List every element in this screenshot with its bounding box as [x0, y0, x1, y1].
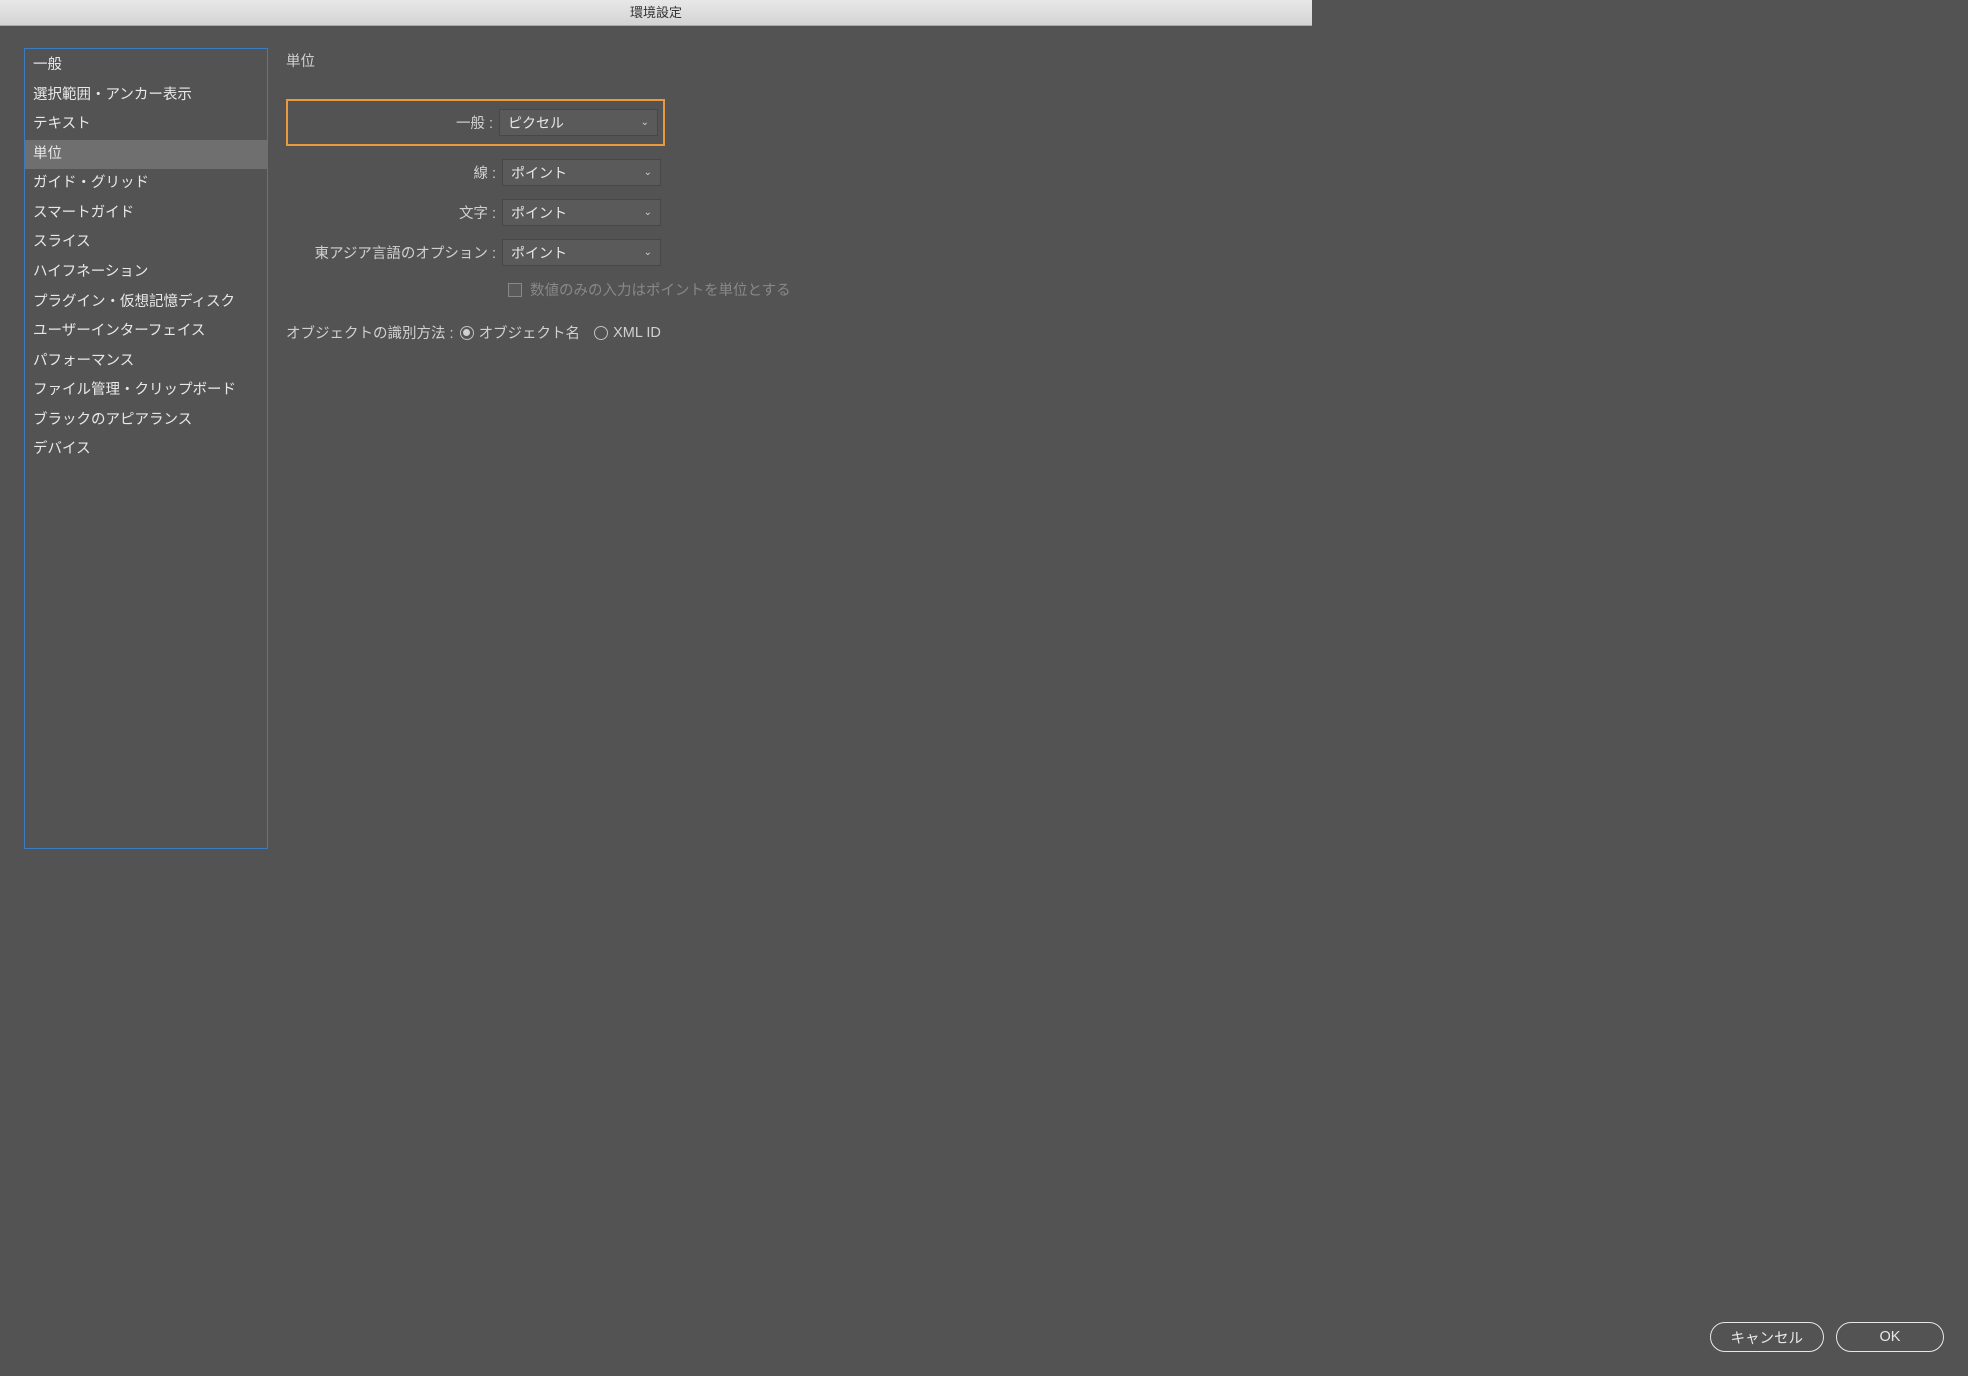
- stroke-units-value: ポイント: [511, 163, 567, 183]
- east-asian-units-value: ポイント: [511, 243, 567, 263]
- stroke-units-dropdown[interactable]: ポイント ⌄: [502, 159, 661, 186]
- sidebar-item-slices[interactable]: スライス: [25, 228, 267, 258]
- type-units-dropdown[interactable]: ポイント ⌄: [502, 199, 661, 226]
- sidebar-item-performance[interactable]: パフォーマンス: [25, 347, 267, 377]
- general-units-label: 一般 :: [288, 112, 499, 133]
- cancel-button[interactable]: キャンセル: [1710, 1322, 1825, 1352]
- numbers-as-points-checkbox[interactable]: [508, 283, 522, 297]
- radio-label-xml-id: XML ID: [613, 325, 661, 341]
- east-asian-units-dropdown[interactable]: ポイント ⌄: [502, 239, 661, 266]
- general-units-value: ピクセル: [508, 113, 564, 133]
- sidebar-item-ui[interactable]: ユーザーインターフェイス: [25, 317, 267, 347]
- numbers-as-points-label: 数値のみの入力はポイントを単位とする: [530, 279, 791, 300]
- window-titlebar: 環境設定: [0, 0, 1312, 26]
- sidebar-item-file-clipboard[interactable]: ファイル管理・クリップボード: [25, 376, 267, 406]
- radio-icon: [594, 326, 608, 340]
- type-units-value: ポイント: [511, 203, 567, 223]
- sidebar-item-black-appearance[interactable]: ブラックのアピアランス: [25, 406, 267, 436]
- chevron-down-icon: ⌄: [644, 207, 652, 218]
- window-title: 環境設定: [630, 5, 682, 20]
- radio-option-object-name[interactable]: オブジェクト名: [460, 322, 581, 343]
- chevron-down-icon: ⌄: [644, 247, 652, 258]
- sidebar-item-units[interactable]: 単位: [25, 140, 267, 170]
- panel-title: 単位: [286, 50, 1288, 71]
- ok-button[interactable]: OK: [1836, 1322, 1944, 1352]
- chevron-down-icon: ⌄: [641, 117, 649, 128]
- sidebar-item-general[interactable]: 一般: [25, 51, 267, 81]
- sidebar-item-text[interactable]: テキスト: [25, 110, 267, 140]
- preferences-panel: 単位 一般 : ピクセル ⌄ 線 : ポイント ⌄ 文字 : ポイント ⌄ 東ア…: [286, 48, 1288, 849]
- sidebar-item-guides-grid[interactable]: ガイド・グリッド: [25, 169, 267, 199]
- sidebar-item-hyphenation[interactable]: ハイフネーション: [25, 258, 267, 288]
- radio-icon: [460, 326, 474, 340]
- radio-label-object-name: オブジェクト名: [479, 322, 581, 343]
- identify-objects-label: オブジェクトの識別方法 :: [286, 322, 454, 343]
- sidebar-item-plugins-scratch[interactable]: プラグイン・仮想記憶ディスク: [25, 288, 267, 318]
- chevron-down-icon: ⌄: [644, 167, 652, 178]
- stroke-units-label: 線 :: [286, 162, 502, 183]
- highlighted-setting: 一般 : ピクセル ⌄: [286, 99, 665, 146]
- dialog-footer: キャンセル OK: [1710, 1322, 1945, 1352]
- sidebar-item-smart-guides[interactable]: スマートガイド: [25, 199, 267, 229]
- type-units-label: 文字 :: [286, 202, 502, 223]
- sidebar-item-selection-anchor[interactable]: 選択範囲・アンカー表示: [25, 81, 267, 111]
- radio-option-xml-id[interactable]: XML ID: [594, 325, 661, 341]
- preferences-sidebar: 一般 選択範囲・アンカー表示 テキスト 単位 ガイド・グリッド スマートガイド …: [24, 48, 268, 849]
- general-units-dropdown[interactable]: ピクセル ⌄: [499, 109, 658, 136]
- sidebar-item-devices[interactable]: デバイス: [25, 435, 267, 465]
- east-asian-units-label: 東アジア言語のオプション :: [286, 242, 502, 263]
